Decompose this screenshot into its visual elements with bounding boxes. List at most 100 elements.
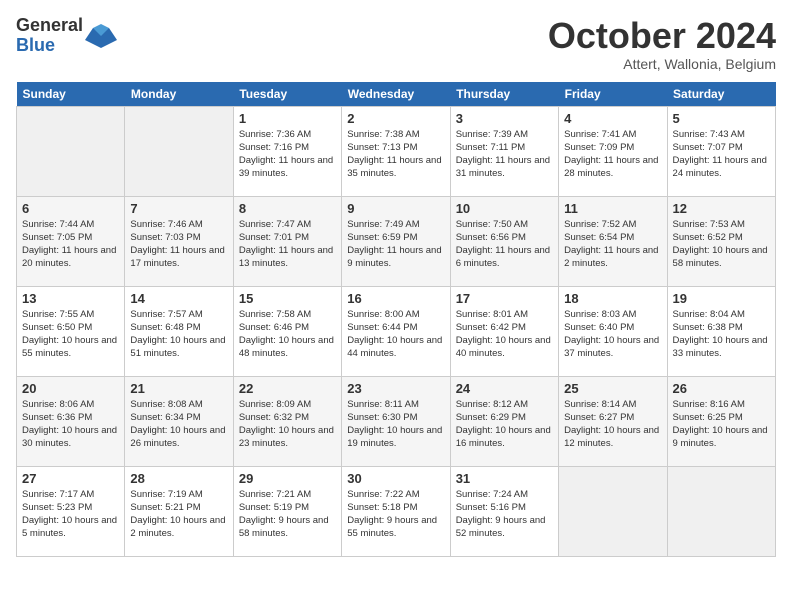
daylight-text: Daylight: 11 hours and 39 minutes. [239, 155, 333, 179]
calendar-cell [17, 106, 125, 196]
sunrise-text: Sunrise: 8:01 AM [456, 309, 528, 320]
day-number: 28 [130, 471, 227, 486]
day-info: Sunrise: 8:11 AM Sunset: 6:30 PM Dayligh… [347, 398, 444, 451]
sunset-text: Sunset: 6:32 PM [239, 412, 309, 423]
sunrise-text: Sunrise: 7:19 AM [130, 489, 202, 500]
sunset-text: Sunset: 6:46 PM [239, 322, 309, 333]
day-info: Sunrise: 7:50 AM Sunset: 6:56 PM Dayligh… [456, 218, 553, 271]
header: General Blue October 2024 Attert, Wallon… [16, 16, 776, 72]
sunset-text: Sunset: 6:34 PM [130, 412, 200, 423]
day-info: Sunrise: 7:21 AM Sunset: 5:19 PM Dayligh… [239, 488, 336, 541]
calendar-cell: 6 Sunrise: 7:44 AM Sunset: 7:05 PM Dayli… [17, 196, 125, 286]
day-number: 21 [130, 381, 227, 396]
day-info: Sunrise: 7:43 AM Sunset: 7:07 PM Dayligh… [673, 128, 770, 181]
day-info: Sunrise: 7:52 AM Sunset: 6:54 PM Dayligh… [564, 218, 661, 271]
sunrise-text: Sunrise: 8:00 AM [347, 309, 419, 320]
sunset-text: Sunset: 6:40 PM [564, 322, 634, 333]
daylight-text: Daylight: 10 hours and 40 minutes. [456, 335, 551, 359]
sunrise-text: Sunrise: 8:03 AM [564, 309, 636, 320]
sunset-text: Sunset: 7:13 PM [347, 142, 417, 153]
day-info: Sunrise: 8:03 AM Sunset: 6:40 PM Dayligh… [564, 308, 661, 361]
daylight-text: Daylight: 11 hours and 24 minutes. [673, 155, 767, 179]
calendar-cell: 20 Sunrise: 8:06 AM Sunset: 6:36 PM Dayl… [17, 376, 125, 466]
daylight-text: Daylight: 11 hours and 31 minutes. [456, 155, 550, 179]
day-info: Sunrise: 7:17 AM Sunset: 5:23 PM Dayligh… [22, 488, 119, 541]
sunset-text: Sunset: 5:18 PM [347, 502, 417, 513]
daylight-text: Daylight: 9 hours and 55 minutes. [347, 515, 437, 539]
calendar-cell: 5 Sunrise: 7:43 AM Sunset: 7:07 PM Dayli… [667, 106, 775, 196]
calendar-cell: 30 Sunrise: 7:22 AM Sunset: 5:18 PM Dayl… [342, 466, 450, 556]
header-day: Thursday [450, 82, 558, 107]
day-info: Sunrise: 7:46 AM Sunset: 7:03 PM Dayligh… [130, 218, 227, 271]
day-number: 6 [22, 201, 119, 216]
day-info: Sunrise: 7:44 AM Sunset: 7:05 PM Dayligh… [22, 218, 119, 271]
calendar-cell: 12 Sunrise: 7:53 AM Sunset: 6:52 PM Dayl… [667, 196, 775, 286]
calendar-cell: 2 Sunrise: 7:38 AM Sunset: 7:13 PM Dayli… [342, 106, 450, 196]
sunset-text: Sunset: 5:23 PM [22, 502, 92, 513]
day-number: 5 [673, 111, 770, 126]
day-info: Sunrise: 8:09 AM Sunset: 6:32 PM Dayligh… [239, 398, 336, 451]
daylight-text: Daylight: 11 hours and 28 minutes. [564, 155, 658, 179]
sunrise-text: Sunrise: 8:11 AM [347, 399, 419, 410]
day-info: Sunrise: 7:49 AM Sunset: 6:59 PM Dayligh… [347, 218, 444, 271]
header-day: Monday [125, 82, 233, 107]
logo: General Blue [16, 16, 117, 56]
calendar-cell: 7 Sunrise: 7:46 AM Sunset: 7:03 PM Dayli… [125, 196, 233, 286]
month-title: October 2024 [548, 16, 776, 56]
daylight-text: Daylight: 9 hours and 52 minutes. [456, 515, 546, 539]
day-number: 19 [673, 291, 770, 306]
sunrise-text: Sunrise: 8:14 AM [564, 399, 636, 410]
sunrise-text: Sunrise: 7:46 AM [130, 219, 202, 230]
calendar-cell: 26 Sunrise: 8:16 AM Sunset: 6:25 PM Dayl… [667, 376, 775, 466]
daylight-text: Daylight: 10 hours and 58 minutes. [673, 245, 768, 269]
sunrise-text: Sunrise: 7:17 AM [22, 489, 94, 500]
sunrise-text: Sunrise: 8:12 AM [456, 399, 528, 410]
sunrise-text: Sunrise: 7:41 AM [564, 129, 636, 140]
day-info: Sunrise: 8:16 AM Sunset: 6:25 PM Dayligh… [673, 398, 770, 451]
header-row: SundayMondayTuesdayWednesdayThursdayFrid… [17, 82, 776, 107]
calendar-cell: 3 Sunrise: 7:39 AM Sunset: 7:11 PM Dayli… [450, 106, 558, 196]
sunset-text: Sunset: 7:07 PM [673, 142, 743, 153]
sunrise-text: Sunrise: 7:22 AM [347, 489, 419, 500]
daylight-text: Daylight: 10 hours and 26 minutes. [130, 425, 225, 449]
day-number: 30 [347, 471, 444, 486]
calendar-week: 27 Sunrise: 7:17 AM Sunset: 5:23 PM Dayl… [17, 466, 776, 556]
day-number: 27 [22, 471, 119, 486]
calendar-cell: 10 Sunrise: 7:50 AM Sunset: 6:56 PM Dayl… [450, 196, 558, 286]
calendar-cell: 27 Sunrise: 7:17 AM Sunset: 5:23 PM Dayl… [17, 466, 125, 556]
day-number: 14 [130, 291, 227, 306]
day-number: 9 [347, 201, 444, 216]
sunrise-text: Sunrise: 7:52 AM [564, 219, 636, 230]
day-number: 12 [673, 201, 770, 216]
calendar-cell: 8 Sunrise: 7:47 AM Sunset: 7:01 PM Dayli… [233, 196, 341, 286]
calendar-cell: 25 Sunrise: 8:14 AM Sunset: 6:27 PM Dayl… [559, 376, 667, 466]
calendar-cell: 14 Sunrise: 7:57 AM Sunset: 6:48 PM Dayl… [125, 286, 233, 376]
day-info: Sunrise: 7:22 AM Sunset: 5:18 PM Dayligh… [347, 488, 444, 541]
sunset-text: Sunset: 6:25 PM [673, 412, 743, 423]
sunset-text: Sunset: 6:36 PM [22, 412, 92, 423]
day-number: 29 [239, 471, 336, 486]
day-info: Sunrise: 8:06 AM Sunset: 6:36 PM Dayligh… [22, 398, 119, 451]
sunrise-text: Sunrise: 7:57 AM [130, 309, 202, 320]
daylight-text: Daylight: 10 hours and 33 minutes. [673, 335, 768, 359]
sunset-text: Sunset: 6:48 PM [130, 322, 200, 333]
day-info: Sunrise: 8:12 AM Sunset: 6:29 PM Dayligh… [456, 398, 553, 451]
day-number: 23 [347, 381, 444, 396]
daylight-text: Daylight: 11 hours and 20 minutes. [22, 245, 116, 269]
sunset-text: Sunset: 6:54 PM [564, 232, 634, 243]
daylight-text: Daylight: 11 hours and 35 minutes. [347, 155, 441, 179]
calendar-cell: 22 Sunrise: 8:09 AM Sunset: 6:32 PM Dayl… [233, 376, 341, 466]
sunset-text: Sunset: 6:44 PM [347, 322, 417, 333]
daylight-text: Daylight: 11 hours and 9 minutes. [347, 245, 441, 269]
logo-general: General [16, 16, 83, 36]
sunrise-text: Sunrise: 7:49 AM [347, 219, 419, 230]
day-number: 31 [456, 471, 553, 486]
day-number: 16 [347, 291, 444, 306]
day-info: Sunrise: 7:41 AM Sunset: 7:09 PM Dayligh… [564, 128, 661, 181]
sunset-text: Sunset: 7:03 PM [130, 232, 200, 243]
day-number: 22 [239, 381, 336, 396]
day-number: 13 [22, 291, 119, 306]
calendar-week: 20 Sunrise: 8:06 AM Sunset: 6:36 PM Dayl… [17, 376, 776, 466]
sunrise-text: Sunrise: 8:04 AM [673, 309, 745, 320]
sunset-text: Sunset: 6:59 PM [347, 232, 417, 243]
